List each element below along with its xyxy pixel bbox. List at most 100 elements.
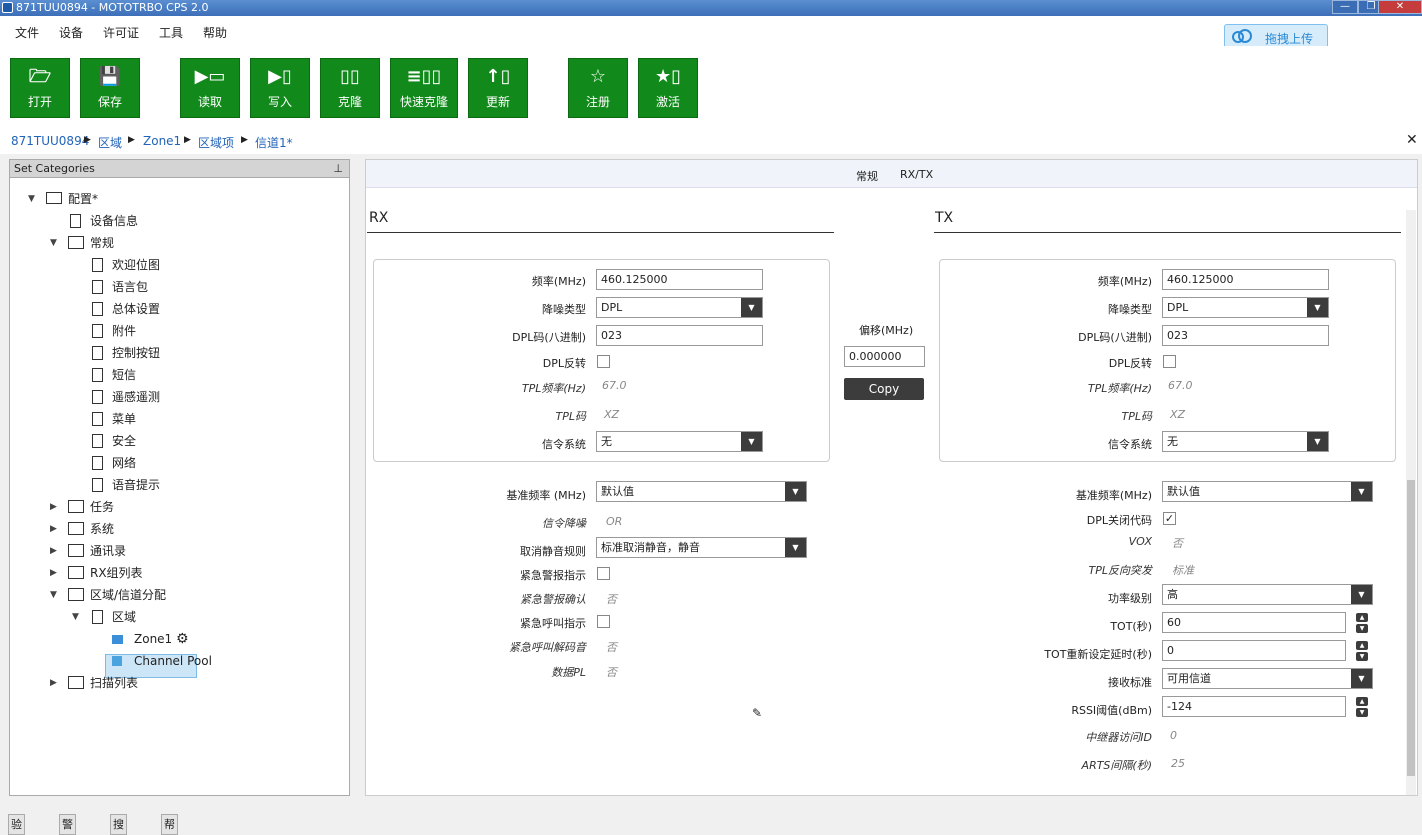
chevron-down-icon[interactable]: ▼ <box>785 538 806 557</box>
chevron-down-icon[interactable]: ▼ <box>1307 432 1328 451</box>
tab-rxtx[interactable]: RX/TX <box>900 168 933 181</box>
tree-item[interactable]: 短信 <box>10 364 349 386</box>
up-arrow-icon[interactable]: ▲ <box>1356 641 1368 650</box>
chevron-down-icon[interactable]: ▼ <box>1307 298 1328 317</box>
tree-item[interactable]: 总体设置 <box>10 298 349 320</box>
offset-input[interactable]: 0.000000 <box>844 346 925 367</box>
collapse-arrow-icon[interactable]: ▼ <box>28 188 38 210</box>
crumb-channel[interactable]: 信道1* <box>255 134 293 151</box>
down-arrow-icon[interactable]: ▼ <box>1356 624 1368 633</box>
expand-arrow-icon[interactable]: ▶ <box>50 496 60 518</box>
chevron-down-icon[interactable]: ▼ <box>1351 669 1372 688</box>
tx-dpl-input[interactable]: 023 <box>1162 325 1329 346</box>
up-arrow-icon[interactable]: ▲ <box>1356 613 1368 622</box>
rx-emerg-call-checkbox[interactable] <box>597 615 610 628</box>
fast-clone-button[interactable]: ≡▯▯ 快速克隆 <box>390 58 458 118</box>
tx-dpl-close-checkbox[interactable]: ✓ <box>1163 512 1176 525</box>
collapse-arrow-icon[interactable]: ▼ <box>50 232 60 254</box>
copy-button[interactable]: Copy <box>844 378 924 400</box>
tx-power-select[interactable]: 高 ▼ <box>1162 584 1373 605</box>
crumb-device[interactable]: 871TUU0894 <box>11 134 89 148</box>
rx-dpl-invert-checkbox[interactable] <box>597 355 610 368</box>
rx-ref-freq-select[interactable]: 默认值 ▼ <box>596 481 807 502</box>
tree-item[interactable]: Channel Pool <box>10 650 349 672</box>
chevron-down-icon[interactable]: ▼ <box>1351 585 1372 604</box>
activate-button[interactable]: ★▯ 激活 <box>638 58 698 118</box>
gear-icon[interactable]: ⚙ <box>176 628 189 650</box>
tree-item[interactable]: 安全 <box>10 430 349 452</box>
menu-file[interactable]: 文件 <box>15 24 39 41</box>
expand-arrow-icon[interactable]: ▶ <box>50 672 60 694</box>
close-window-button[interactable]: ✕ <box>1378 0 1422 14</box>
read-button[interactable]: ▶▭ 读取 <box>180 58 240 118</box>
write-button[interactable]: ▶▯ 写入 <box>250 58 310 118</box>
tx-rssi-stepper[interactable]: ▲ ▼ <box>1356 697 1368 717</box>
tree-item[interactable]: 控制按钮 <box>10 342 349 364</box>
down-arrow-icon[interactable]: ▼ <box>1356 708 1368 717</box>
down-arrow-icon[interactable]: ▼ <box>1356 652 1368 661</box>
menu-device[interactable]: 设备 <box>59 24 83 41</box>
menu-help[interactable]: 帮助 <box>203 24 227 41</box>
rx-freq-input[interactable]: 460.125000 <box>596 269 763 290</box>
tab-general[interactable]: 常规 <box>856 168 878 184</box>
menu-license[interactable]: 许可证 <box>103 24 139 41</box>
rx-dpl-input[interactable]: 023 <box>596 325 763 346</box>
tree-item[interactable]: ▶ 扫描列表 <box>10 672 349 694</box>
tree-item[interactable]: 遥感遥测 <box>10 386 349 408</box>
expand-arrow-icon[interactable]: ▶ <box>50 518 60 540</box>
up-arrow-icon[interactable]: ▲ <box>1356 697 1368 706</box>
tree-item[interactable]: 网络 <box>10 452 349 474</box>
minimize-button[interactable]: — <box>1332 0 1358 14</box>
save-button[interactable]: 💾 保存 <box>80 58 140 118</box>
crumb-zone-item[interactable]: 区域项 <box>198 134 234 151</box>
rx-signal-select[interactable]: 无 ▼ <box>596 431 763 452</box>
tx-freq-input[interactable]: 460.125000 <box>1162 269 1329 290</box>
tree-item[interactable]: 附件 <box>10 320 349 342</box>
tree-item[interactable]: Zone1 ⚙ <box>10 628 349 650</box>
rx-emerg-ind-checkbox[interactable] <box>597 567 610 580</box>
tree-item[interactable]: ▶ 系统 <box>10 518 349 540</box>
tx-dpl-invert-checkbox[interactable] <box>1163 355 1176 368</box>
tab-warnings[interactable]: 警告消息 <box>59 814 76 835</box>
tx-tot-input[interactable]: 60 <box>1162 612 1346 633</box>
close-tab-icon[interactable]: ✕ <box>1406 132 1418 148</box>
expand-arrow-icon[interactable]: ▶ <box>50 540 60 562</box>
tab-search-results[interactable]: 搜索结果 <box>110 814 127 835</box>
tx-tot-stepper[interactable]: ▲ ▼ <box>1356 613 1368 633</box>
tree-item[interactable]: ▼ 常规 <box>10 232 349 254</box>
update-button[interactable]: ↑▯ 更新 <box>468 58 528 118</box>
tx-signal-select[interactable]: 无 ▼ <box>1162 431 1329 452</box>
crumb-zone[interactable]: 区域 <box>98 134 122 151</box>
tree-item[interactable]: ▶ 通讯录 <box>10 540 349 562</box>
open-button[interactable]: 🗁 打开 <box>10 58 70 118</box>
tree-item[interactable]: 语言包 <box>10 276 349 298</box>
tree-item[interactable]: 欢迎位图 <box>10 254 349 276</box>
tree-item[interactable]: 语音提示 <box>10 474 349 496</box>
clone-button[interactable]: ▯▯ 克隆 <box>320 58 380 118</box>
rx-squelch-select[interactable]: DPL ▼ <box>596 297 763 318</box>
tab-help[interactable]: 帮助 <box>161 814 178 835</box>
tx-rssi-input[interactable]: -124 <box>1162 696 1346 717</box>
collapse-arrow-icon[interactable]: ▼ <box>50 584 60 606</box>
chevron-down-icon[interactable]: ▼ <box>1351 482 1372 501</box>
chevron-down-icon[interactable]: ▼ <box>785 482 806 501</box>
tree-item[interactable]: ▼ 区域 <box>10 606 349 628</box>
register-button[interactable]: ☆ 注册 <box>568 58 628 118</box>
rx-unmute-select[interactable]: 标准取消静音，静音 ▼ <box>596 537 807 558</box>
chevron-down-icon[interactable]: ▼ <box>741 298 762 317</box>
collapse-arrow-icon[interactable]: ▼ <box>72 606 82 628</box>
tree-item[interactable]: 菜单 <box>10 408 349 430</box>
crumb-zone1[interactable]: Zone1 <box>143 134 181 148</box>
tree-item[interactable]: ▼ 区域/信道分配 <box>10 584 349 606</box>
tree-item[interactable]: ▼ 配置* <box>10 188 349 210</box>
expand-arrow-icon[interactable]: ▶ <box>50 562 60 584</box>
pin-icon[interactable]: ⊥ <box>333 160 343 178</box>
tree-item[interactable]: 设备信息 <box>10 210 349 232</box>
tx-ref-freq-select[interactable]: 默认值 ▼ <box>1162 481 1373 502</box>
tree-item[interactable]: ▶ 任务 <box>10 496 349 518</box>
tx-squelch-select[interactable]: DPL ▼ <box>1162 297 1329 318</box>
chevron-down-icon[interactable]: ▼ <box>741 432 762 451</box>
tx-tot-rekey-stepper[interactable]: ▲ ▼ <box>1356 641 1368 661</box>
tree-item[interactable]: ▶ RX组列表 <box>10 562 349 584</box>
tx-rx-std-select[interactable]: 可用信道 ▼ <box>1162 668 1373 689</box>
